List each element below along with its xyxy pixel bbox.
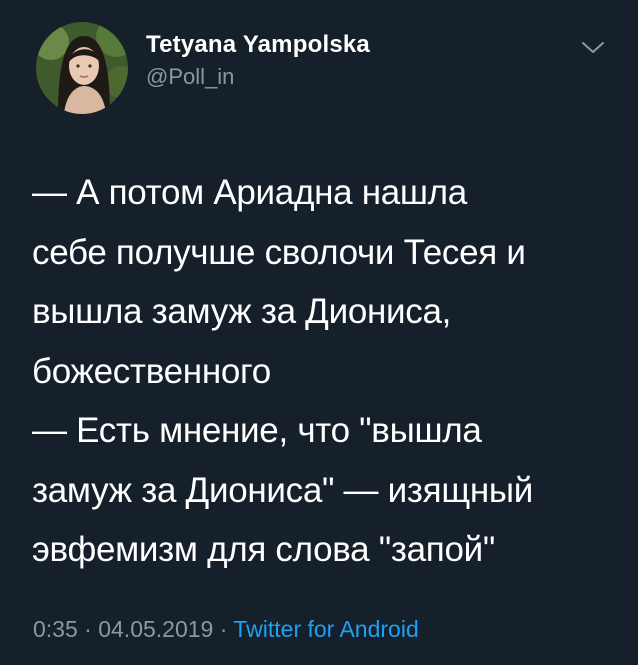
- tweet-text-line: замуж за Диониса" — изящный: [32, 470, 533, 510]
- user-avatar-icon: [36, 22, 128, 114]
- tweet-text-line: божественного: [32, 351, 271, 391]
- tweet-source-link[interactable]: Twitter for Android: [233, 616, 418, 642]
- tweet-text-line: — А потом Ариадна нашла: [32, 173, 467, 212]
- tweet-text: — А потом Ариадна нашла себе получше сво…: [32, 163, 622, 580]
- tweet-card: Tetyana Yampolska @Poll_in — А потом Ари…: [0, 0, 638, 665]
- meta-separator: ·: [77, 616, 99, 642]
- tweet-meta: 0:35 · 04.05.2019 · Twitter for Android: [33, 614, 419, 644]
- chevron-down-icon[interactable]: [580, 38, 606, 58]
- author-block[interactable]: Tetyana Yampolska @Poll_in: [146, 30, 370, 92]
- meta-separator: ·: [213, 616, 234, 642]
- tweet-text-line: эвфемизм для слова "запой": [32, 530, 495, 569]
- tweet-text-line: себе получше сволочи Тесея и: [32, 232, 526, 272]
- author-handle[interactable]: @Poll_in: [146, 62, 370, 92]
- author-display-name[interactable]: Tetyana Yampolska: [146, 30, 370, 60]
- tweet-text-line: вышла замуж за Диониса,: [32, 292, 452, 331]
- tweet-text-line: — Есть мнение, что "вышла: [32, 411, 482, 450]
- tweet-date[interactable]: 04.05.2019: [98, 616, 213, 642]
- tweet-time[interactable]: 0:35: [33, 616, 78, 642]
- avatar[interactable]: [36, 22, 128, 114]
